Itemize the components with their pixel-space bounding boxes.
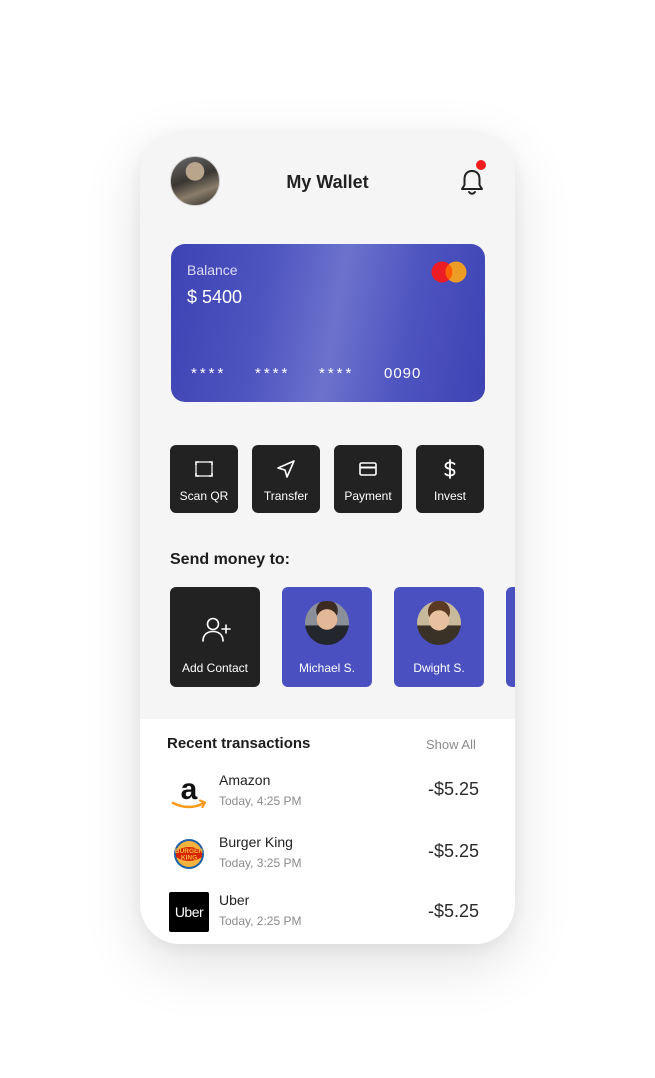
add-user-icon (202, 617, 231, 642)
transaction-name: Uber (219, 892, 250, 908)
card-number-last4: 0090 (384, 365, 422, 382)
payment-label: Payment (344, 489, 392, 503)
transaction-time: Today, 3:25 PM (219, 856, 302, 870)
invest-button[interactable]: Invest (416, 445, 484, 513)
add-contact-label: Add Contact (181, 661, 249, 675)
card-number-group: **** (319, 365, 355, 382)
invest-label: Invest (433, 489, 466, 503)
contact-avatar (305, 601, 349, 645)
contact-avatar (417, 601, 461, 645)
contact-name: Dwight S. (413, 661, 465, 675)
contact-name: Michael S. (298, 661, 356, 675)
balance-value: $ 5400 (187, 287, 243, 307)
scan-qr-button[interactable]: Scan QR (170, 445, 238, 513)
phone-screen: My Wallet Balance $ 5400 **** **** **** … (140, 132, 515, 944)
uber-logo: Uber (169, 892, 209, 932)
svg-text:a: a (181, 773, 198, 806)
transaction-row[interactable]: Uber Uber Today, 2:25 PM -$5.25 (140, 892, 515, 942)
recent-title: Recent transactions (167, 735, 311, 752)
recent-transactions: Recent transactions Show All a Amazon To… (140, 719, 515, 944)
send-arrow-icon (277, 460, 295, 478)
burger-king-logo: BURGER KING (174, 839, 204, 869)
contact-card-partial[interactable] (506, 587, 515, 687)
show-all-link[interactable]: Show All (426, 737, 476, 752)
payment-button[interactable]: Payment (334, 445, 402, 513)
send-money-title: Send money to: (170, 551, 291, 568)
card-number-group: **** (255, 365, 291, 382)
transaction-name: Burger King (219, 834, 293, 850)
svg-text:KING: KING (181, 855, 197, 862)
notification-dot (476, 160, 486, 170)
transaction-amount: -$5.25 (428, 779, 480, 799)
transfer-button[interactable]: Transfer (252, 445, 320, 513)
card-number-group: **** (191, 365, 227, 382)
transaction-row[interactable]: a Amazon Today, 4:25 PM -$5.25 (140, 772, 515, 822)
contact-card-michael[interactable]: Michael S. (282, 587, 372, 687)
scan-qr-icon (195, 461, 213, 477)
bell-icon[interactable] (458, 166, 486, 198)
transaction-row[interactable]: BURGER KING Burger King Today, 3:25 PM -… (140, 834, 515, 884)
scan-qr-label: Scan QR (179, 489, 229, 503)
transaction-amount: -$5.25 (428, 901, 480, 921)
amazon-logo: a (171, 773, 207, 809)
transaction-amount: -$5.25 (428, 841, 480, 861)
credit-card-icon (359, 462, 377, 476)
balance-card[interactable]: Balance $ 5400 **** **** **** 0090 (171, 244, 485, 402)
transaction-name: Amazon (219, 772, 271, 788)
contact-card-dwight[interactable]: Dwight S. (394, 587, 484, 687)
balance-label: Balance (187, 262, 238, 278)
dollar-icon (444, 459, 456, 479)
transfer-label: Transfer (263, 489, 309, 503)
transaction-time: Today, 4:25 PM (219, 794, 302, 808)
transaction-time: Today, 2:25 PM (219, 914, 302, 928)
mastercard-icon (431, 261, 467, 283)
add-contact-button[interactable]: Add Contact (170, 587, 260, 687)
